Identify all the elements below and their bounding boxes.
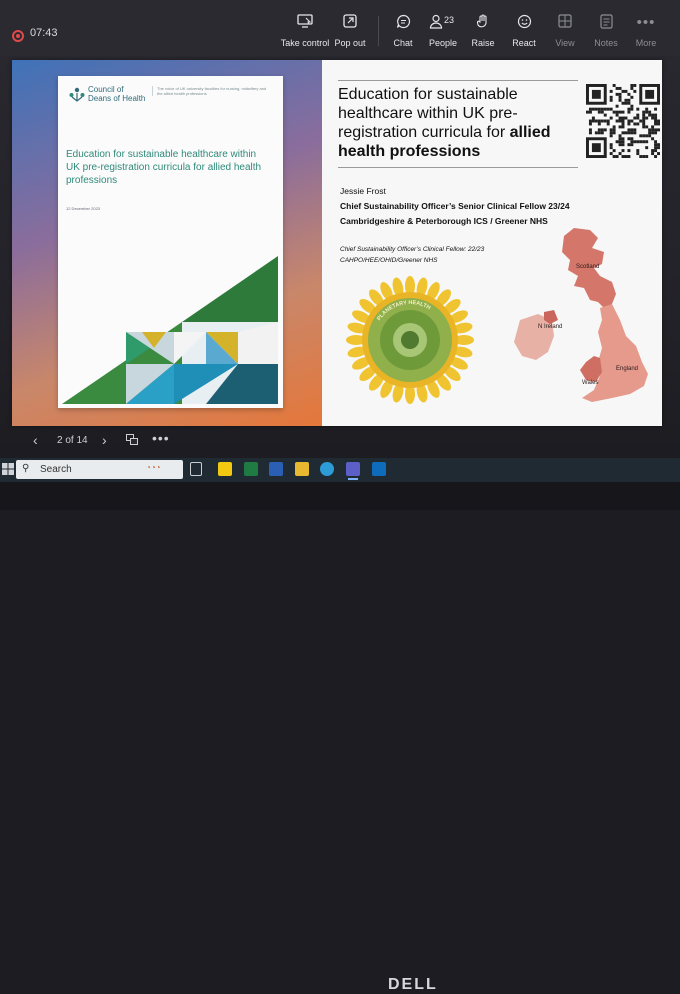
fellowship-line: Chief Sustainability Officer’s Clinical … [340, 246, 485, 253]
previous-fellowship: Chief Sustainability Officer’s Clinical … [340, 244, 484, 266]
notes-label: Notes [594, 38, 618, 48]
slide-counter: 2 of 14 [57, 435, 88, 446]
excel-icon[interactable] [244, 462, 258, 476]
cover-date: 12 December 2023 [66, 206, 101, 211]
slide-title: Education for sustainable healthcare wit… [338, 80, 578, 168]
presenter-role: Chief Sustainability Officer’s Senior Cl… [340, 201, 570, 211]
monitor-bezel: DELL [0, 482, 680, 993]
file-explorer-icon[interactable] [295, 462, 309, 476]
map-label-wales: Wales [582, 380, 598, 386]
report-cover: Council of Deans of Health The voice of … [58, 76, 283, 408]
taskbar-search-box[interactable]: ⚲ Search ◔◔◔ [16, 460, 183, 479]
pop-out-button[interactable]: Pop out [322, 14, 378, 48]
search-highlight-icon: ◔◔◔ [146, 463, 161, 472]
uk-map: Scotland N Ireland Wales England [514, 228, 648, 402]
meeting-toolbar: 07:43 Take control Pop out Chat 23 Peopl… [0, 0, 680, 56]
shared-slide: Council of Deans of Health The voice of … [12, 60, 662, 426]
search-label: Search [40, 464, 72, 475]
org-name: Council of Deans of Health [88, 85, 146, 103]
chat-label: Chat [393, 38, 413, 48]
recording-time: 07:43 [30, 27, 58, 39]
recording-icon [12, 30, 24, 42]
presenter-name: Jessie Frost [340, 186, 386, 196]
qr-code [586, 84, 660, 158]
people-label: People [428, 38, 458, 48]
next-slide-button[interactable]: › [102, 432, 107, 448]
slide-more-button[interactable]: ••• [152, 430, 170, 446]
map-wales [580, 356, 602, 382]
react-label: React [512, 38, 536, 48]
pop-out-label: Pop out [334, 38, 366, 48]
presenter-block: Jessie Frost Chief Sustainability Office… [340, 184, 570, 229]
people-count: 23 [444, 15, 454, 25]
map-england [582, 304, 648, 402]
pop-out-icon [322, 14, 378, 32]
map-label-england: England [616, 366, 638, 372]
cdh-logo-icon [68, 86, 86, 104]
org-tagline: The voice of UK university faculties for… [152, 86, 267, 96]
dell-logo: DELL [388, 976, 438, 993]
screen: 07:43 Take control Pop out Chat 23 Peopl… [0, 0, 680, 993]
fellowship-partners: CAHPO/HEE/OHID/Greener NHS [340, 257, 438, 264]
map-label-scotland: Scotland [576, 264, 599, 270]
more-button[interactable]: ••• More [618, 14, 674, 48]
slide-grid-view-icon[interactable] [126, 434, 138, 445]
previous-slide-button[interactable]: ‹ [33, 432, 38, 448]
search-icon: ⚲ [22, 463, 30, 474]
task-view-icon[interactable] [190, 462, 202, 476]
cover-geometric-art [62, 256, 278, 404]
windows-taskbar: ⚲ Search ◔◔◔ [0, 458, 680, 482]
word-icon[interactable] [269, 462, 283, 476]
windows-start-icon[interactable] [2, 463, 14, 475]
slide-left-panel: Council of Deans of Health The voice of … [12, 60, 322, 426]
cover-title: Education for sustainable healthcare wit… [66, 149, 262, 186]
slide-right-panel: Education for sustainable healthcare wit… [322, 60, 662, 426]
more-label: More [635, 38, 657, 48]
outlook-icon[interactable] [372, 462, 386, 476]
sticky-notes-icon[interactable] [218, 462, 232, 476]
slide-title-text: Education for sustainable healthcare wit… [338, 86, 518, 141]
edge-icon[interactable] [320, 462, 334, 476]
raise-label: Raise [471, 38, 495, 48]
map-label-ni: N Ireland [538, 324, 562, 330]
planetary-health-sunflower: PLANETARY HEALTH [346, 276, 474, 404]
more-icon: ••• [636, 14, 656, 31]
teams-icon[interactable] [346, 462, 360, 480]
view-label: View [555, 38, 575, 48]
